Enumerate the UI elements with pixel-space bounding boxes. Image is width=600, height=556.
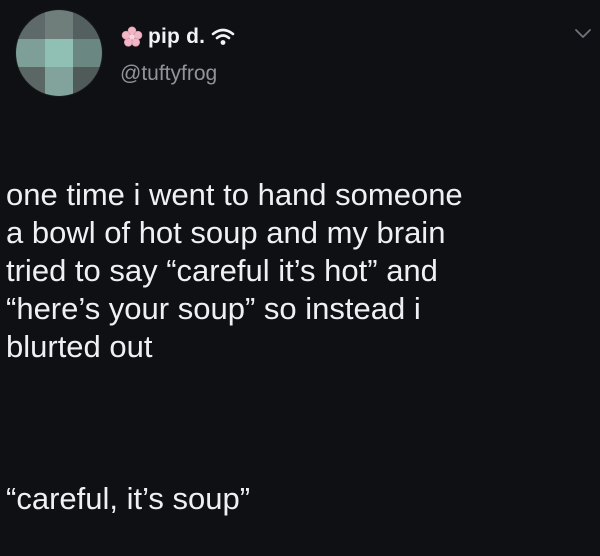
avatar-pixel bbox=[44, 67, 74, 96]
avatar-pixel bbox=[73, 67, 102, 96]
avatar-pixel bbox=[73, 10, 102, 39]
avatar-pixel bbox=[44, 10, 74, 39]
wifi-icon bbox=[210, 27, 236, 47]
display-name: pip d. bbox=[148, 25, 206, 48]
user-handle[interactable]: @tuftyfrog bbox=[120, 62, 217, 86]
avatar-pixel bbox=[16, 67, 45, 96]
avatar[interactable] bbox=[16, 10, 102, 96]
tweet-text: one time i went to hand someone a bowl o… bbox=[6, 138, 596, 556]
tweet-paragraph: one time i went to hand someone a bowl o… bbox=[6, 177, 463, 364]
tweet-paragraph-punchline: “careful, it’s soup” bbox=[6, 481, 251, 516]
flower-icon bbox=[120, 25, 144, 49]
avatar-pixel bbox=[73, 38, 102, 68]
chevron-down-icon[interactable] bbox=[574, 27, 592, 41]
tweet-card: pip d. @tuftyfrog one time i went to han… bbox=[0, 0, 600, 516]
display-name-row[interactable]: pip d. bbox=[120, 24, 236, 50]
avatar-pixel bbox=[16, 38, 45, 68]
avatar-pixel bbox=[16, 10, 45, 39]
avatar-pixel bbox=[44, 38, 74, 68]
